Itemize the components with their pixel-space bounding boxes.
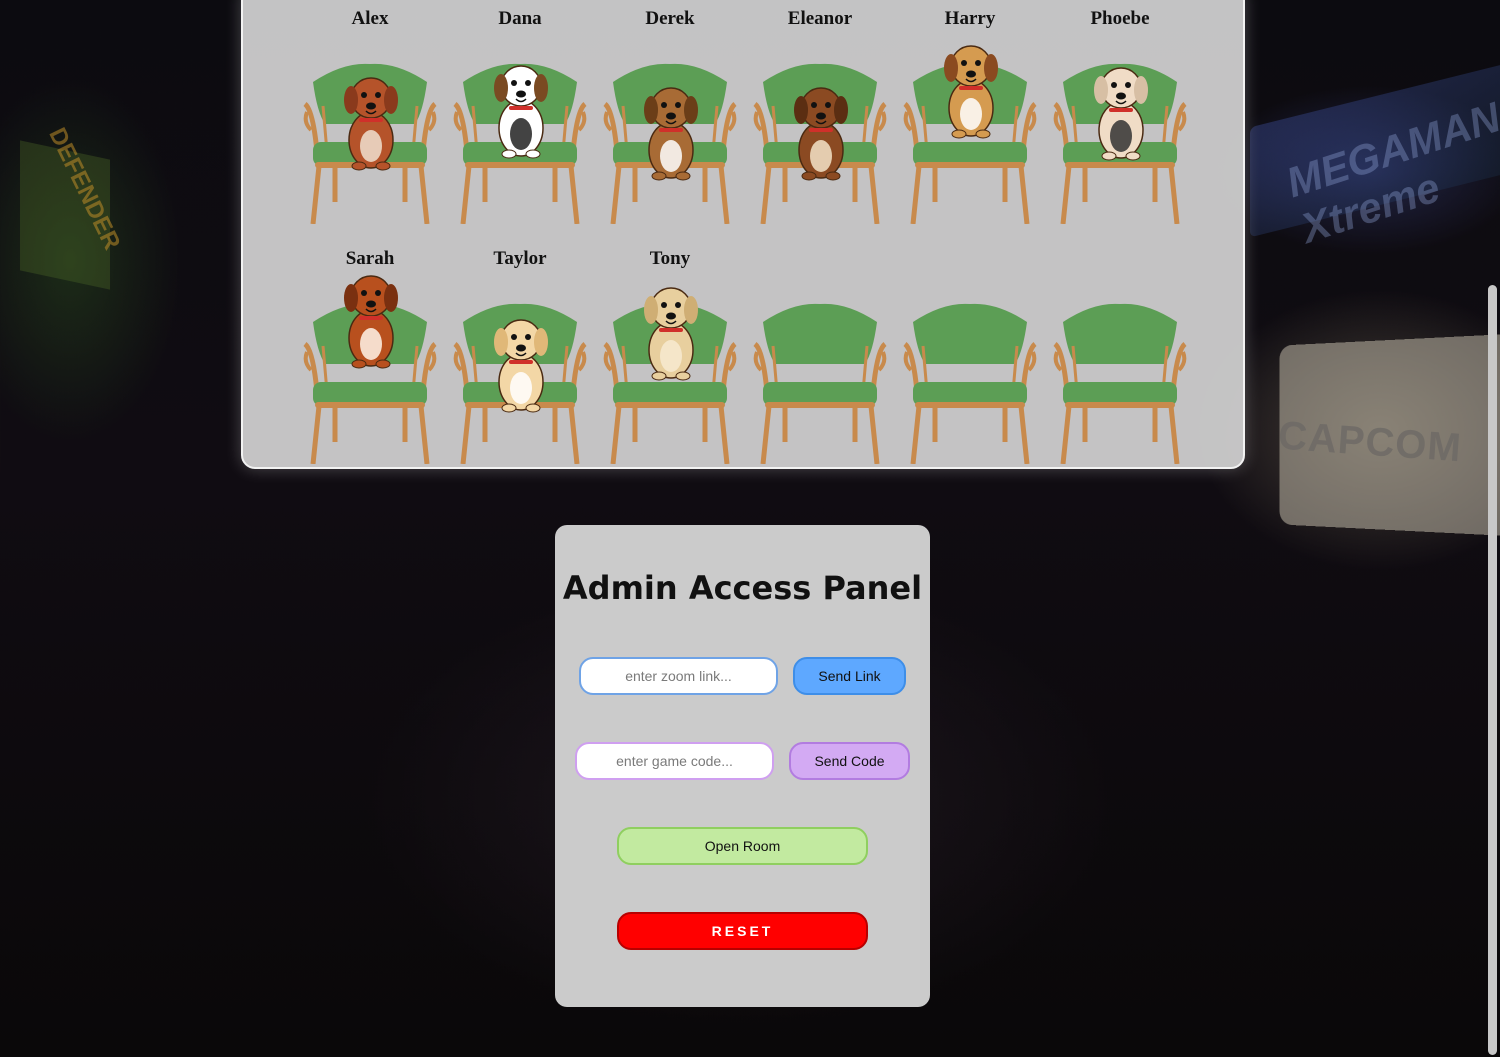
seat-tony[interactable]: Tony: [595, 242, 745, 467]
seat-phoebe[interactable]: Phoebe: [1045, 2, 1195, 227]
game-code-input[interactable]: [575, 742, 774, 780]
armchair-icon: [753, 303, 887, 464]
seat-empty-3[interactable]: [1045, 242, 1195, 467]
seat-name: Taylor: [493, 248, 547, 269]
dog-avatar-icon: [344, 275, 398, 369]
seating-panel: Alex Dana Derek Eleanor Harry Phoebe Sar…: [241, 0, 1245, 469]
arcade-marquee-right: [1250, 62, 1500, 238]
seat-name: Phoebe: [1090, 8, 1150, 29]
seat-name: Harry: [944, 8, 996, 29]
dog-avatar-icon: [794, 87, 848, 181]
dog-avatar-icon: [944, 45, 998, 139]
arcade-cabinet-right: [1279, 333, 1500, 537]
arcade-cabinet-right-text: CAPCOM: [1276, 413, 1464, 471]
dog-avatar-icon: [494, 319, 548, 413]
seat-row-1: Alex Dana Derek Eleanor Harry Phoebe: [295, 2, 1195, 227]
dog-avatar-icon: [644, 87, 698, 181]
arcade-marquee-left: [20, 140, 110, 290]
dog-avatar-icon: [494, 65, 548, 159]
seat-name: Dana: [498, 8, 542, 29]
arcade-marquee-left-text: DEFENDER: [43, 123, 126, 255]
seat-name: Derek: [645, 8, 695, 29]
dog-avatar-icon: [344, 77, 398, 171]
seat-name: Alex: [351, 8, 389, 29]
seat-dana[interactable]: Dana: [445, 2, 595, 227]
zoom-link-input[interactable]: [579, 657, 778, 695]
dog-avatar-icon: [1094, 67, 1148, 161]
reset-button[interactable]: RESET: [617, 912, 868, 950]
dog-avatar-icon: [644, 287, 698, 381]
admin-panel-title: Admin Access Panel: [562, 569, 923, 607]
open-room-button[interactable]: Open Room: [617, 827, 868, 865]
seat-name: Eleanor: [787, 8, 853, 29]
seat-harry[interactable]: Harry: [895, 2, 1045, 227]
seat-alex[interactable]: Alex: [295, 2, 445, 227]
seat-eleanor[interactable]: Eleanor: [745, 2, 895, 227]
arcade-marquee-right-text: MEGAMAN Xtreme: [1280, 93, 1500, 252]
seat-empty-1[interactable]: [745, 242, 895, 467]
send-link-button[interactable]: Send Link: [793, 657, 906, 695]
seat-derek[interactable]: Derek: [595, 2, 745, 227]
seat-empty-2[interactable]: [895, 242, 1045, 467]
admin-access-panel: Admin Access Panel Send Link Send Code O…: [555, 525, 930, 1007]
seat-name: Tony: [649, 248, 691, 269]
page-scrollbar[interactable]: [1488, 285, 1497, 1055]
armchair-icon: [1053, 303, 1187, 464]
armchair-icon: [903, 303, 1037, 464]
seat-taylor[interactable]: Taylor: [445, 242, 595, 467]
seat-sarah[interactable]: Sarah: [295, 242, 445, 467]
seat-row-2: Sarah Taylor Tony: [295, 242, 1195, 467]
send-code-button[interactable]: Send Code: [789, 742, 910, 780]
